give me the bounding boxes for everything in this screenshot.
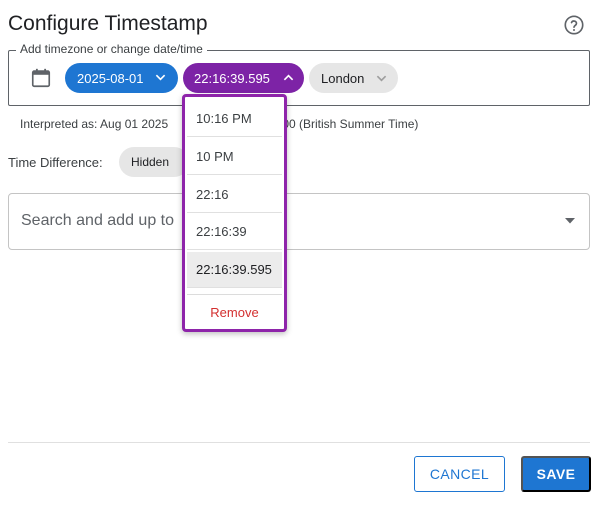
caret-down-icon[interactable]: [564, 217, 576, 225]
time-chip-label: 22:16:39.595: [194, 70, 270, 86]
cancel-button[interactable]: CANCEL: [414, 456, 505, 492]
chevron-up-icon: [283, 74, 294, 81]
help-circle-icon[interactable]: [563, 14, 585, 36]
menu-item-time-format[interactable]: 22:16:39: [187, 214, 282, 250]
calendar-icon[interactable]: [30, 67, 52, 89]
menu-item-time-format-selected[interactable]: 22:16:39.595: [187, 252, 282, 288]
timestamp-fieldset-legend: Add timezone or change date/time: [16, 42, 207, 56]
time-difference-chip[interactable]: Hidden: [119, 147, 189, 177]
time-difference-label: Time Difference:: [8, 155, 103, 170]
chevron-down-icon: [155, 74, 166, 81]
menu-item-time-format[interactable]: 10 PM: [187, 139, 282, 175]
timezone-chip-label: London: [321, 70, 365, 86]
date-chip-label: 2025-08-01: [77, 70, 144, 86]
time-chip[interactable]: 22:16:39.595: [183, 63, 304, 93]
search-placeholder: Search and add up to: [21, 212, 175, 229]
time-format-menu: 10:16 PM 10 PM 22:16 22:16:39 22:16:39.5…: [182, 94, 287, 332]
menu-item-time-format[interactable]: 10:16 PM: [187, 101, 282, 137]
menu-item-time-format[interactable]: 22:16: [187, 177, 282, 213]
date-chip[interactable]: 2025-08-01: [65, 63, 178, 93]
chevron-down-icon: [376, 75, 387, 82]
interpreted-as-suffix: :00 (British Summer Time): [279, 117, 419, 131]
menu-divider: [187, 294, 282, 295]
interpreted-as-prefix: Interpreted as: Aug 01 2025: [20, 117, 169, 131]
remove-time-button[interactable]: Remove: [185, 305, 284, 320]
timezone-chip[interactable]: London: [309, 63, 398, 93]
save-button[interactable]: SAVE: [521, 456, 591, 492]
actions-divider: [8, 442, 590, 443]
dialog-title: Configure Timestamp: [8, 12, 208, 35]
